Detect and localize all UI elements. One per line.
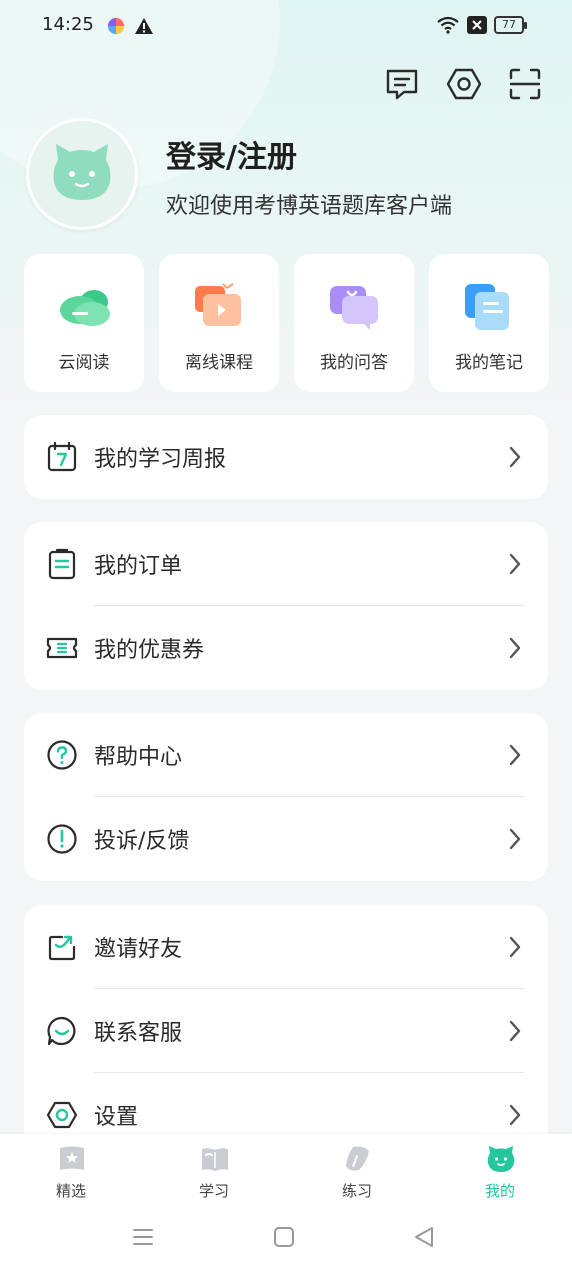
cat-avatar-icon [53,144,111,200]
menu-row-feedback[interactable]: 投诉/反馈 [24,797,548,881]
clipboard-icon [48,548,76,580]
quick-label: 我的问答 [320,353,388,373]
message-icon[interactable] [384,66,420,102]
menu-row-weekly-report[interactable]: 我的学习周报 [24,415,548,499]
chevron-right-icon [509,553,521,575]
chat-bubbles-icon [330,286,378,330]
cat-icon [487,1146,515,1172]
tab-label: 我的 [484,1182,515,1200]
quick-label: 离线课程 [185,353,253,373]
smile-bubble-icon [47,1016,76,1046]
quick-offline-course[interactable]: 离线课程 [159,254,279,392]
hex-settings-icon [46,1101,78,1129]
menu-label: 投诉/反馈 [94,829,190,854]
orders-card: 我的订单 我的优惠券 [24,522,548,690]
battery-level: 77 [502,18,516,31]
quick-label: 云阅读 [58,353,110,373]
avatar[interactable] [26,118,138,230]
quick-my-notes[interactable]: 我的笔记 [429,254,549,392]
warning-icon [135,18,153,34]
tab-mine[interactable]: 我的 [460,1144,540,1214]
tab-study[interactable]: 学习 [174,1144,254,1214]
quick-my-qa[interactable]: 我的问答 [294,254,414,392]
chevron-right-icon [509,936,521,958]
menu-label: 设置 [94,1105,139,1130]
home-square-icon[interactable] [269,1224,299,1250]
chevron-right-icon [509,637,521,659]
invite-icon [48,935,76,961]
more-card: 邀请好友 联系客服 设置 [24,905,548,1165]
exclamation-icon [47,824,77,854]
notes-icon [465,284,509,330]
calendar-icon [47,441,77,472]
pen-icon [346,1146,369,1171]
scan-icon[interactable] [507,66,543,102]
menu-row-invite[interactable]: 邀请好友 [24,905,548,989]
menu-row-help[interactable]: 帮助中心 [24,713,548,797]
status-time: 14:25 [42,14,94,35]
status-bar: 14:25 77 [0,0,572,52]
menu-label: 帮助中心 [94,745,183,770]
menu-row-coupons[interactable]: 我的优惠券 [24,606,548,690]
menu-label: 邀请好友 [94,937,183,962]
settings-hex-icon[interactable] [446,66,482,102]
tab-label: 学习 [198,1182,229,1200]
help-card: 帮助中心 投诉/反馈 [24,713,548,881]
chevron-right-icon [509,1104,521,1126]
quick-label: 我的笔记 [455,353,523,373]
bottom-navigation: 精选 学习 练习 我的 [0,1134,572,1280]
ticket-icon [46,637,78,659]
tab-label: 精选 [55,1182,86,1200]
book-icon [202,1148,228,1171]
wifi-icon [437,16,459,34]
menu-row-customer-service[interactable]: 联系客服 [24,989,548,1073]
back-triangle-icon[interactable] [410,1224,440,1250]
login-register-link[interactable]: 登录/注册 [166,132,297,176]
app-icon [107,17,125,35]
menu-label: 我的订单 [94,554,183,579]
tab-label: 练习 [341,1182,372,1200]
chevron-right-icon [509,446,521,468]
weekly-report-card: 我的学习周报 [24,415,548,499]
tab-practice[interactable]: 练习 [317,1144,397,1214]
battery-icon: 77 [494,16,527,34]
video-icon [195,283,241,326]
menu-row-orders[interactable]: 我的订单 [24,522,548,606]
tab-featured[interactable]: 精选 [31,1144,111,1214]
x-icon [467,16,487,34]
chevron-right-icon [509,1020,521,1042]
chevron-right-icon [509,744,521,766]
menu-label: 联系客服 [94,1021,183,1046]
question-icon [47,740,77,770]
cloud-icon [60,290,110,326]
menu-lines-icon[interactable] [128,1224,158,1250]
star-book-icon [60,1146,84,1170]
quick-cloud-reading[interactable]: 云阅读 [24,254,144,392]
welcome-text: 欢迎使用考博英语题库客户端 [166,194,453,219]
menu-label: 我的学习周报 [94,447,227,472]
menu-label: 我的优惠券 [94,638,205,663]
chevron-right-icon [509,828,521,850]
